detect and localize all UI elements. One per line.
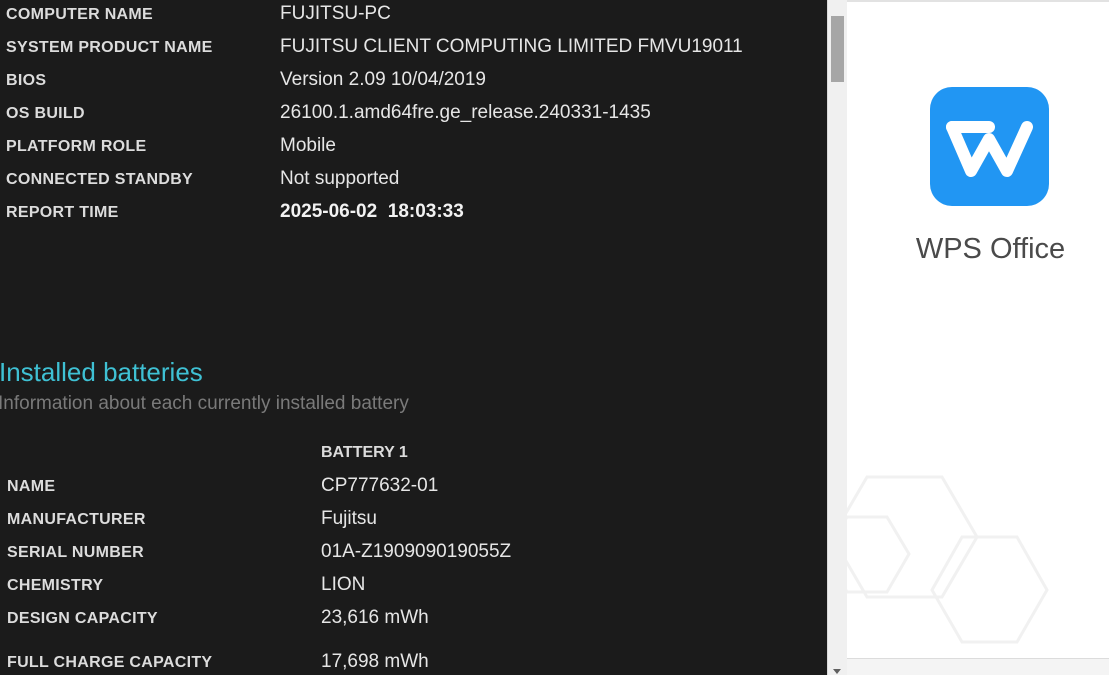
battery-row: DESIGN CAPACITY 23,616 mWh	[7, 604, 822, 637]
row-label: PLATFORM ROLE	[6, 138, 147, 155]
row-value: 01A-Z190909019055Z	[321, 541, 512, 562]
row-label: OS BUILD	[6, 105, 85, 122]
row-value: 17,698 mWh	[321, 651, 429, 672]
row-label: SYSTEM PRODUCT NAME	[6, 39, 213, 56]
row-label: CONNECTED STANDBY	[6, 171, 194, 188]
row-value: FUJITSU-PC	[280, 3, 391, 24]
system-info-row: COMPUTER NAME FUJITSU-PC	[6, 0, 821, 33]
row-label: SERIAL NUMBER	[7, 544, 144, 561]
battery-column-header: BATTERY 1	[321, 444, 408, 461]
section-title-installed-batteries: Installed batteries	[0, 357, 203, 387]
row-label: BIOS	[6, 72, 47, 89]
row-value: 26100.1.amd64fre.ge_release.240331-1435	[280, 102, 651, 123]
row-value: Fujitsu	[321, 508, 377, 529]
report-time-value: 2025-06-02 18:03:33	[280, 201, 464, 222]
row-value: LION	[321, 574, 366, 595]
row-value: Mobile	[280, 135, 336, 156]
battery-row: CHEMISTRY LION	[7, 571, 822, 604]
scroll-down-arrow-icon[interactable]	[833, 669, 841, 674]
row-value: FUJITSU CLIENT COMPUTING LIMITED FMVU190…	[280, 36, 743, 57]
row-label: MANUFACTURER	[7, 511, 146, 528]
row-value: Version 2.09 10/04/2019	[280, 69, 487, 90]
row-label: NAME	[7, 478, 56, 495]
battery-row: SERIAL NUMBER 01A-Z190909019055Z	[7, 538, 822, 571]
wps-splash-window: WPS Office	[847, 0, 1109, 675]
system-info-row: BIOS Version 2.09 10/04/2019	[6, 66, 821, 99]
battery-row: MANUFACTURER Fujitsu	[7, 505, 822, 538]
system-info-row: OS BUILD 26100.1.amd64fre.ge_release.240…	[6, 99, 821, 132]
app-name: WPS Office	[915, 233, 1066, 265]
system-info-row: PLATFORM ROLE Mobile	[6, 132, 821, 165]
row-label: CHEMISTRY	[7, 577, 104, 594]
hexagon-pattern-icon	[847, 475, 1049, 644]
section-description: Information about each currently install…	[0, 393, 409, 414]
screen: COMPUTER NAME FUJITSU-PC SYSTEM PRODUCT …	[0, 0, 1109, 675]
splash-bottom-bar	[847, 658, 1109, 675]
row-label: DESIGN CAPACITY	[7, 610, 158, 627]
system-info-row: CONNECTED STANDBY Not supported	[6, 165, 821, 198]
row-value: CP777632-01	[321, 475, 439, 496]
row-label: FULL CHARGE CAPACITY	[7, 654, 213, 671]
battery-row: FULL CHARGE CAPACITY 17,698 mWh	[7, 648, 822, 675]
wps-logo-icon	[930, 87, 1049, 206]
vertical-scrollbar[interactable]	[827, 0, 847, 675]
battery-report-page[interactable]: COMPUTER NAME FUJITSU-PC SYSTEM PRODUCT …	[0, 0, 827, 675]
battery-row: NAME CP777632-01	[7, 472, 822, 505]
row-label: COMPUTER NAME	[6, 6, 154, 23]
row-value: Not supported	[280, 168, 400, 189]
scrollbar-thumb[interactable]	[831, 16, 844, 82]
system-info-row: SYSTEM PRODUCT NAME FUJITSU CLIENT COMPU…	[6, 33, 821, 66]
system-info-row: REPORT TIME 2025-06-02 18:03:33	[6, 198, 821, 231]
row-value: 23,616 mWh	[321, 607, 429, 628]
row-label: REPORT TIME	[6, 204, 119, 221]
